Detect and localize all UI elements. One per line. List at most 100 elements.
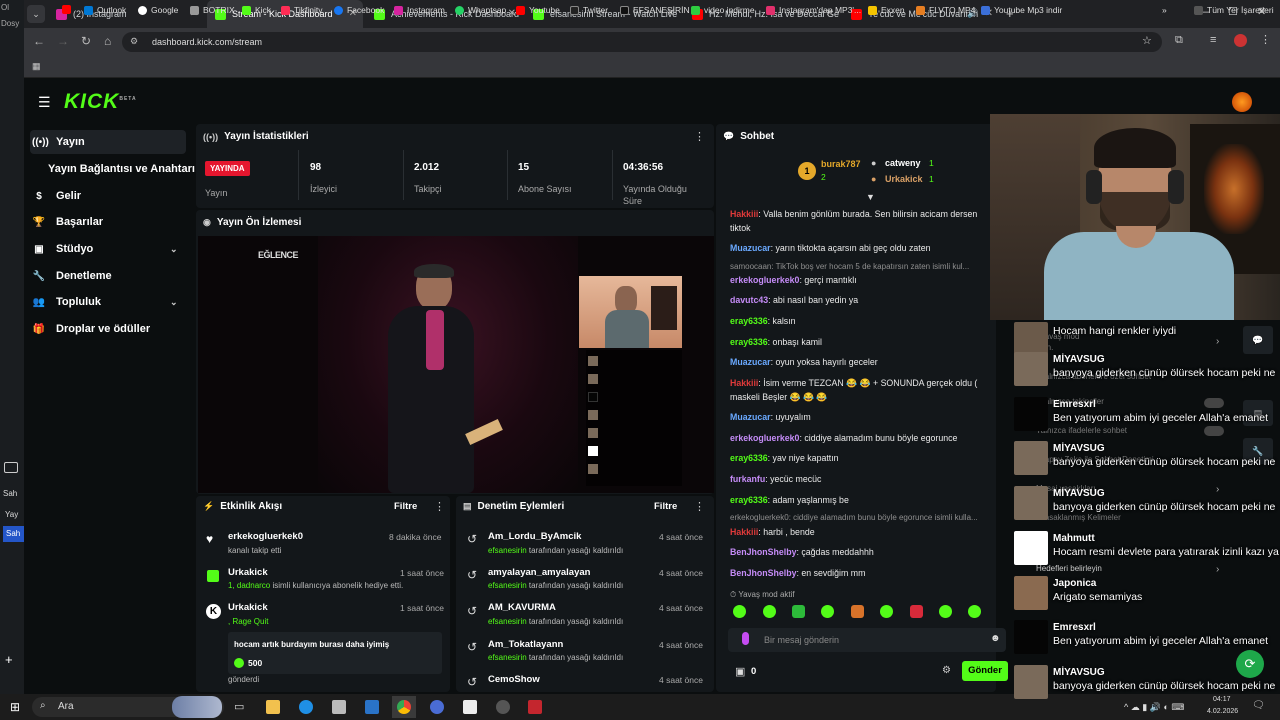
back-icon[interactable]: ← (33, 34, 45, 48)
chat-username[interactable]: erkekogluerkek0 (730, 275, 799, 285)
emote-icon[interactable] (910, 605, 923, 618)
sidebar-item-droplar[interactable]: 🎁 Droplar ve ödüller (32, 323, 150, 335)
microphone-icon[interactable] (742, 632, 749, 645)
bookmark-tikfinity[interactable]: Tikfinity (281, 5, 323, 15)
sidebar-item-denetleme[interactable]: 🔧 Denetleme (32, 270, 112, 282)
event-filter-button[interactable]: Filtre (394, 501, 417, 512)
chest-icon[interactable]: ▣ (735, 665, 745, 678)
chat-username[interactable]: Hakkiii (730, 527, 758, 537)
event-menu-icon[interactable]: ⋮ (434, 500, 445, 513)
windows-start-icon[interactable]: ⊞ (10, 700, 20, 714)
chat-username[interactable]: eray6336 (730, 495, 768, 505)
extensions-icon[interactable]: ⧉ (1175, 34, 1183, 47)
chat-username[interactable]: BenJhonShelby (730, 547, 796, 557)
bookmark-exxen[interactable]: Exxen (868, 5, 905, 15)
app-icon[interactable] (332, 700, 346, 714)
apps-icon[interactable]: ▦ (32, 61, 41, 72)
chat-username[interactable]: davutc43 (730, 295, 768, 305)
hamburger-menu-icon[interactable]: ☰ (38, 94, 51, 111)
chevron-down-icon[interactable]: ▼ (866, 192, 875, 202)
chat-username[interactable]: Hakkiii (730, 378, 758, 388)
bookmark-botrix[interactable]: BOTRIX (190, 5, 235, 15)
media-icon[interactable]: ≡ (1210, 34, 1216, 46)
kick-logo[interactable]: KICKBETA (64, 90, 137, 114)
event-user[interactable]: Urkakick (228, 602, 268, 613)
user-avatar[interactable] (1232, 92, 1252, 112)
event-user[interactable]: Urkakick (228, 567, 268, 578)
obs-like-icon[interactable] (430, 700, 444, 714)
bookmark-outlook[interactable]: Outlook (84, 5, 126, 15)
bookmark-video-indirme[interactable]: video indirme (691, 5, 755, 15)
leader-name[interactable]: catweny (885, 158, 921, 168)
chat-username[interactable]: Muazucar (730, 243, 771, 253)
bookmark-efsanesirin[interactable]: EFSANESİRİN (620, 5, 690, 15)
bookmark-kick[interactable]: Kick (242, 5, 271, 15)
leader-name[interactable]: burak787 (821, 159, 861, 169)
moderation-user[interactable]: CemoShow (488, 674, 540, 685)
bookmark-youtube-icon[interactable] (62, 5, 75, 14)
chat-username[interactable]: Hakkiii (730, 209, 758, 219)
chrome-icon[interactable] (397, 700, 411, 714)
emote-icon[interactable] (763, 605, 776, 618)
profile-avatar[interactable] (1234, 34, 1247, 47)
emote-icon[interactable] (821, 605, 834, 618)
sidebar-item-studyo[interactable]: ▣ Stüdyo ⌄ (32, 243, 177, 255)
task-view-icon[interactable]: ▭ (234, 700, 244, 713)
close-icon[interactable]: ✕ (508, 8, 516, 19)
stream-preview-video[interactable]: EĞLENCE (198, 236, 714, 493)
leader-name[interactable]: Urkakick (885, 174, 923, 184)
bookmark-flvto[interactable]: FLVTO MP4 (916, 5, 975, 15)
obs-icon[interactable] (496, 700, 510, 714)
bookmark-facebook[interactable]: Facebook (334, 5, 384, 15)
emote-icon[interactable] (851, 605, 864, 618)
emote-icon[interactable] (939, 605, 952, 618)
sidebar-item-topluluk[interactable]: 👥 Topluluk ⌄ (32, 296, 178, 308)
url-field[interactable]: dashboard.kick.com/stream (122, 32, 1162, 52)
tray-icons[interactable]: ^ ☁ ▮ 🔊 ◐ ⌨ (1124, 702, 1184, 713)
tikfinity-icon[interactable] (528, 700, 542, 714)
chat-username[interactable]: BenJhonShelby (730, 568, 796, 578)
bookmark-instagram-mp3[interactable]: Instagram'dan MP3'... (766, 5, 861, 15)
emote-icon[interactable] (733, 605, 746, 618)
moderation-user[interactable]: Am_Tokatlayann (488, 639, 563, 650)
store-icon[interactable] (365, 700, 379, 714)
sidebar-item-gelir[interactable]: $ Gelir (32, 190, 81, 202)
emote-icon[interactable] (968, 605, 981, 618)
monitor-icon[interactable] (4, 462, 18, 473)
moderation-filter-button[interactable]: Filtre (654, 501, 677, 512)
chat-username[interactable]: eray6336 (730, 453, 768, 463)
chat-username[interactable]: Muazucar (730, 412, 771, 422)
chat-username[interactable]: erkekogluerkek0 (730, 433, 799, 443)
forward-icon[interactable]: → (57, 34, 69, 48)
bookmark-whatsapp[interactable]: Whaptsap (455, 5, 506, 15)
bookmark-star-icon[interactable]: ☆ (1142, 34, 1152, 47)
bookmark-twitter[interactable]: Twitter (570, 5, 608, 15)
bookmark-instagram[interactable]: Instagram (394, 5, 445, 15)
send-button[interactable]: Gönder (962, 661, 1008, 681)
document-icon[interactable] (463, 700, 477, 714)
reload-icon[interactable]: ↻ (81, 34, 91, 48)
all-bookmarks[interactable]: Tüm Yer İşaretleri (1194, 5, 1274, 15)
settings-gear-icon[interactable]: ⚙ (942, 665, 951, 676)
moderation-user[interactable]: Am_Lordu_ByAmcik (488, 531, 581, 542)
tab-search-button[interactable]: ⌄ (27, 5, 45, 23)
bookmark-youtube[interactable]: Youtube (516, 5, 560, 15)
event-user[interactable]: erkekogluerkek0 (228, 531, 303, 542)
edge-icon[interactable] (299, 700, 313, 714)
sidebar-item-stream-key[interactable]: Yayın Bağlantısı ve Anahtarı (48, 163, 195, 175)
add-icon[interactable]: + (5, 652, 13, 667)
notification-icon[interactable]: 🗨 (1252, 700, 1265, 711)
chat-username[interactable]: furkanfu (730, 474, 765, 484)
site-info-icon[interactable]: ⚙ (130, 36, 138, 47)
menu-icon[interactable]: ⋮ (1260, 33, 1271, 46)
home-icon[interactable]: ⌂ (104, 34, 111, 48)
stats-menu-icon[interactable]: ⋮ (694, 130, 705, 143)
emote-icon[interactable] (792, 605, 805, 618)
moderation-user[interactable]: AM_KAVURMA (488, 602, 556, 613)
sidebar-item-yayin[interactable]: ((•)) Yayın (32, 136, 85, 148)
chat-username[interactable]: eray6336 (730, 337, 768, 347)
moderation-menu-icon[interactable]: ⋮ (694, 500, 705, 513)
file-explorer-icon[interactable] (266, 700, 280, 714)
chat-username[interactable]: eray6336 (730, 316, 768, 326)
bookmark-youtube-mp3[interactable]: Youtube Mp3 indir (981, 5, 1062, 15)
